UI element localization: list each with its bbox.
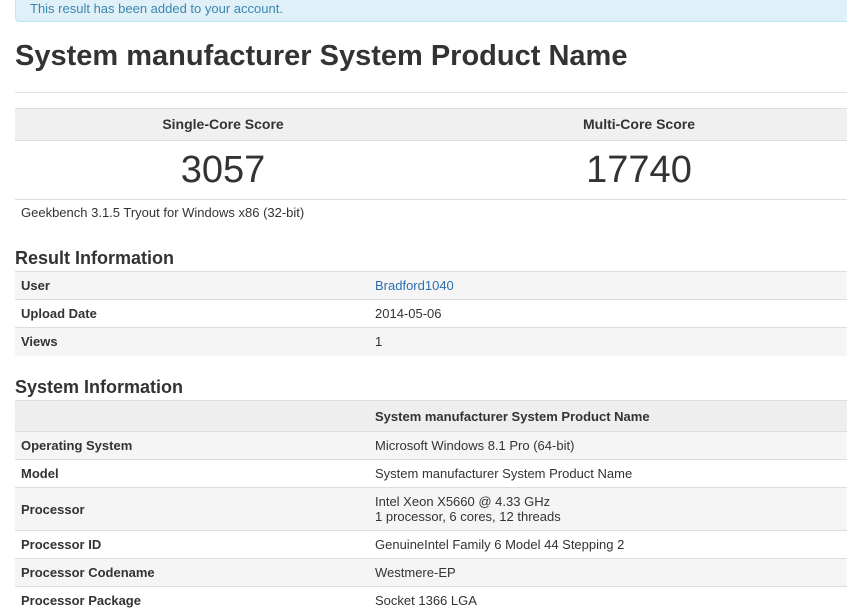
row-label: User <box>15 271 369 300</box>
alert-text: This result has been added to your accou… <box>30 1 283 16</box>
row-value: Socket 1366 LGA <box>369 586 847 615</box>
geekbench-version: Geekbench 3.1.5 Tryout for Windows x86 (… <box>21 205 305 220</box>
single-core-score: 3057 <box>180 149 266 191</box>
row-value: 1 <box>369 327 847 356</box>
row-value: System manufacturer System Product Name <box>369 459 847 488</box>
row-label: Processor <box>15 487 369 531</box>
result-information-title: Result Information <box>15 248 175 268</box>
system-column-header: System manufacturer System Product Name <box>369 400 847 432</box>
scores-panel: Single-Core Score Multi-Core Score 3057 … <box>15 108 847 200</box>
result-information-table: User Bradford1040 Upload Date 2014-05-06… <box>15 271 847 356</box>
table-row: Processor Codename Westmere-EP <box>15 558 847 587</box>
row-label: Upload Date <box>15 299 369 328</box>
header-spacer <box>15 400 369 432</box>
title-divider <box>15 92 847 93</box>
processor-topology: 1 processor, 6 cores, 12 threads <box>375 509 561 524</box>
scores-values: 3057 17740 <box>15 141 847 200</box>
row-value: Westmere-EP <box>369 558 847 587</box>
table-row: Operating System Microsoft Windows 8.1 P… <box>15 431 847 460</box>
table-row: Processor Package Socket 1366 LGA <box>15 586 847 615</box>
system-information-title: System Information <box>15 377 184 397</box>
system-information-table: System manufacturer System Product Name … <box>15 400 847 615</box>
row-value: GenuineIntel Family 6 Model 44 Stepping … <box>369 530 847 559</box>
page-title: System manufacturer System Product Name <box>15 40 628 72</box>
multi-core-label: Multi-Core Score <box>582 116 695 132</box>
table-row: User Bradford1040 <box>15 271 847 300</box>
row-value: Intel Xeon X5660 @ 4.33 GHz 1 processor,… <box>369 487 847 531</box>
row-label: Model <box>15 459 369 488</box>
row-value: 2014-05-06 <box>369 299 847 328</box>
row-value: Bradford1040 <box>369 271 847 300</box>
user-link[interactable]: Bradford1040 <box>375 278 454 293</box>
processor-name: Intel Xeon X5660 @ 4.33 GHz <box>375 494 551 509</box>
row-label: Processor Codename <box>15 558 369 587</box>
row-label: Processor Package <box>15 586 369 615</box>
table-header-row: System manufacturer System Product Name <box>15 400 847 432</box>
table-row: Views 1 <box>15 327 847 356</box>
success-alert: This result has been added to your accou… <box>15 0 847 22</box>
multi-core-score: 17740 <box>586 149 692 191</box>
table-row: Processor ID GenuineIntel Family 6 Model… <box>15 530 847 559</box>
table-row: Upload Date 2014-05-06 <box>15 299 847 328</box>
row-label: Processor ID <box>15 530 369 559</box>
table-row: Processor Intel Xeon X5660 @ 4.33 GHz 1 … <box>15 487 847 531</box>
row-label: Operating System <box>15 431 369 460</box>
single-core-label: Single-Core Score <box>162 116 284 132</box>
scores-header: Single-Core Score Multi-Core Score <box>15 108 847 141</box>
row-label: Views <box>15 327 369 356</box>
row-value: Microsoft Windows 8.1 Pro (64-bit) <box>369 431 847 460</box>
table-row: Model System manufacturer System Product… <box>15 459 847 488</box>
